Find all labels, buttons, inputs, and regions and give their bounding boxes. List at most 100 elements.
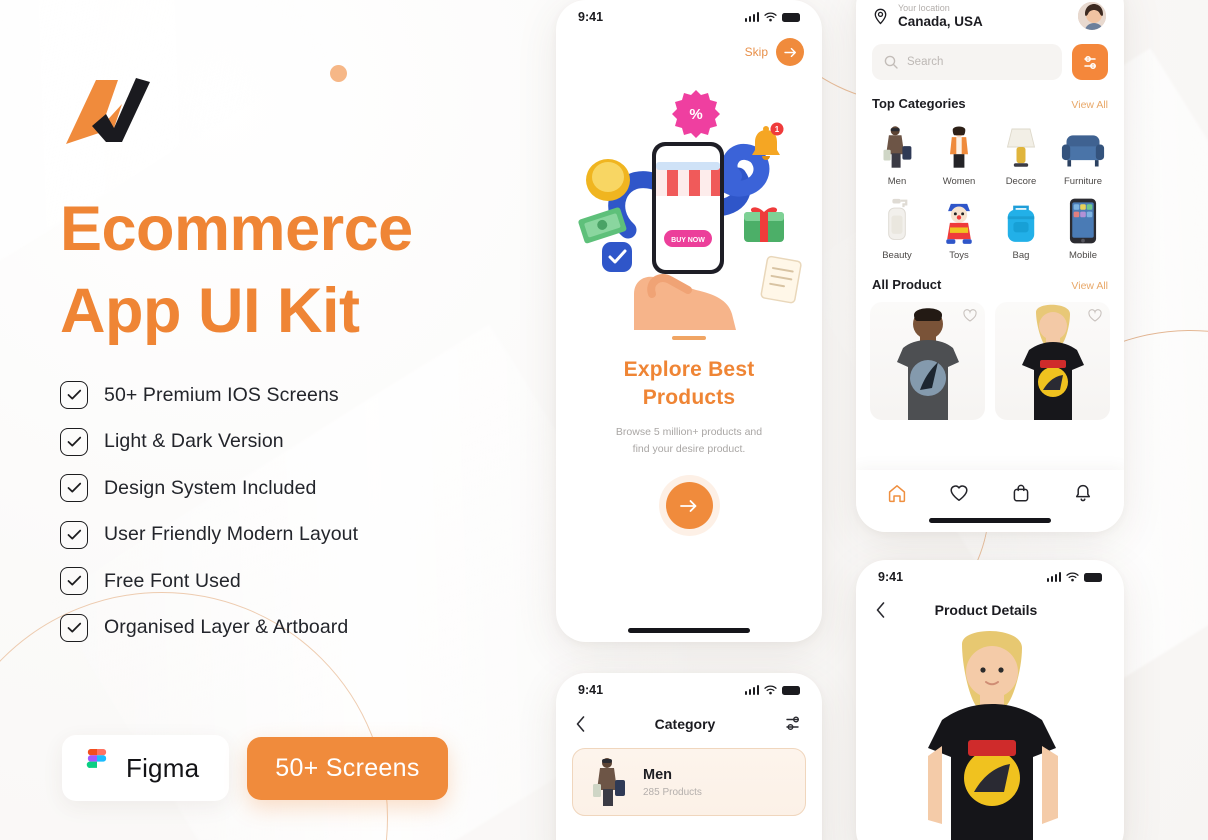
phone-product-details-screen: 9:41 Product Details [856,560,1124,840]
category-label: Toys [949,250,969,261]
user-avatar[interactable] [1076,0,1108,32]
bell-icon[interactable] [1073,483,1093,503]
category-cell[interactable]: Beauty [868,193,926,261]
location-label: Your location [898,3,950,13]
filter-button[interactable] [1072,44,1108,80]
page-title: Ecommerce App UI Kit [60,188,540,352]
onboarding-next-button[interactable] [665,482,713,529]
product-details-page-title: Product Details [934,602,1038,618]
page-title-line-2: App UI Kit [60,276,360,346]
bag-icon[interactable] [1011,483,1031,503]
category-label: Men [887,176,907,187]
table-lamp [992,119,1050,171]
hero-panel: Ecommerce App UI Kit 50+ Premium IOS Scr… [0,0,556,840]
smartphone [1054,193,1112,245]
category-label: Beauty [882,250,912,261]
home-indicator [628,628,750,633]
category-nav-bar: Category [556,707,822,732]
figma-badge-label: Figma [126,752,200,783]
category-label: Women [942,176,976,187]
section-header-all-product: All Product View All [856,261,1124,292]
wifi-icon [764,12,777,22]
search-row: Search [856,32,1124,80]
product-details-nav-bar: Product Details [856,594,1124,618]
section-header-top-categories: Top Categories View All [856,80,1124,111]
heart-icon[interactable] [1088,309,1102,323]
category-cell[interactable]: Toys [930,193,988,261]
check-icon [60,381,88,409]
arrow-right-icon [680,499,697,512]
product-card[interactable] [995,302,1110,420]
status-bar: 9:41 [556,0,822,34]
location-pin-icon [872,8,889,25]
category-page-title: Category [654,715,716,732]
brand-logo-n-mark [62,76,154,146]
onboarding-subtitle-line-1: Browse 5 million+ products and [615,426,763,438]
category-cell[interactable]: Decore [992,119,1050,187]
lotion-pump-bottle [868,193,926,245]
status-time: 9:41 [878,570,904,584]
wifi-icon [764,685,777,695]
category-cell[interactable]: Furniture [1054,119,1112,187]
location-row[interactable]: Your location Canada, USA [856,0,1124,32]
blue-armchair [1054,119,1112,171]
feature-label: Design System Included [104,476,317,499]
search-input[interactable]: Search [872,44,1062,80]
feature-label: Light & Dark Version [104,430,284,452]
home-indicator [929,518,1051,523]
check-icon [60,613,88,642]
phone-category-screen: 9:41 Category Men 285 Products [556,673,822,840]
cellular-bars-icon [1046,572,1061,582]
skip-row[interactable]: Skip [556,34,822,66]
wifi-icon [1066,572,1079,582]
poster-canvas: Ecommerce App UI Kit 50+ Premium IOS Scr… [0,0,1208,840]
feature-label: Free Font Used [104,569,241,592]
skip-label[interactable]: Skip [745,45,768,59]
check-icon [60,520,88,549]
check-icon [60,474,88,502]
category-cell[interactable]: Women [930,119,988,187]
svg-text:BUY NOW: BUY NOW [671,237,705,244]
view-all-link[interactable]: View All [1071,280,1108,292]
list-item[interactable]: Men 285 Products [572,748,806,816]
location-value: Canada, USA [898,14,983,29]
product-card[interactable] [870,302,985,420]
status-indicators [744,12,800,22]
feature-label: 50+ Premium IOS Screens [104,383,339,406]
category-cell[interactable]: Bag [992,193,1050,261]
blue-backpack [992,193,1050,245]
man-shopping-photo [589,756,629,808]
screens-count-badge[interactable]: 50+ Screens [247,736,448,800]
category-cell[interactable]: Men [868,119,926,187]
chevron-left-icon[interactable] [876,602,885,618]
list-item: Free Font Used [60,564,358,598]
list-item: Light & Dark Version [60,425,358,459]
list-item: Design System Included [60,471,358,505]
heart-icon[interactable] [963,309,977,323]
view-all-link[interactable]: View All [1071,99,1108,111]
category-grid: Men Women Decore Furniture Beauty Toys B… [856,111,1124,261]
list-item: User Friendly Modern Layout [60,518,358,552]
onboarding-title: Explore Best Products [556,356,822,412]
arrow-right-icon[interactable] [776,38,804,66]
svg-text:1: 1 [775,125,780,134]
category-item-name: Men [643,766,672,783]
ecommerce-shopping-3d-illustration: BUY NOW % 1 [556,80,822,330]
heart-icon[interactable] [949,483,969,503]
onboarding-subtitle-line-2: find your desire product. [632,443,746,455]
status-indicators [1046,572,1102,582]
category-cell[interactable]: Mobile [1054,193,1112,261]
figma-logo-icon [84,749,110,787]
category-label: Bag [1012,250,1030,261]
figma-badge[interactable]: Figma [62,735,230,801]
sliders-icon[interactable] [785,715,802,732]
clown-plush-toy [930,193,988,245]
product-grid [856,292,1124,420]
cellular-bars-icon [744,12,759,22]
battery-icon [782,685,800,695]
status-bar: 9:41 [856,560,1124,594]
location-text-block: Your location Canada, USA [898,3,983,29]
home-icon[interactable] [887,483,907,503]
chevron-left-icon[interactable] [576,715,585,732]
check-icon [60,567,88,595]
